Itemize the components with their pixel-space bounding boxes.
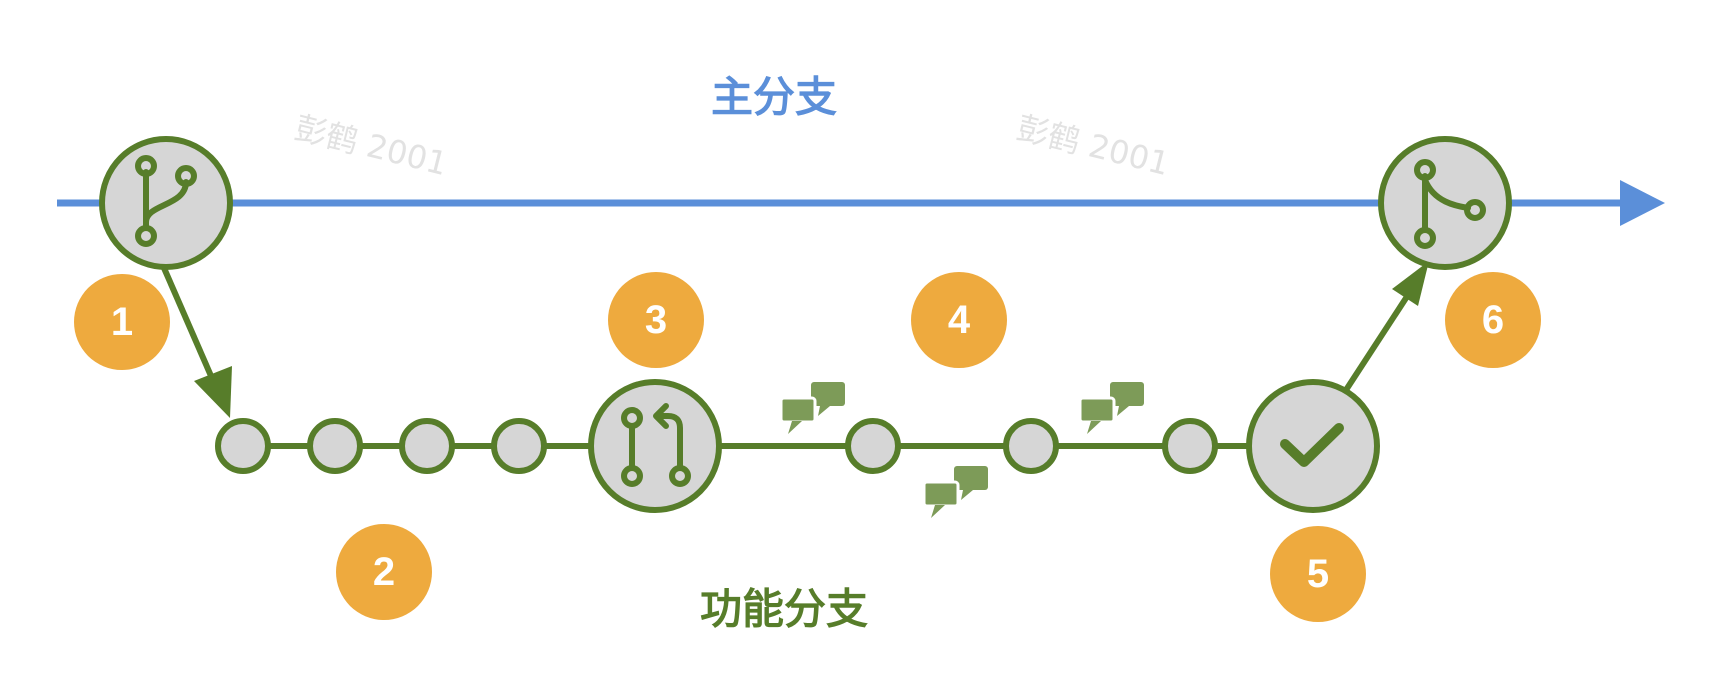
step-badge-4: 4 bbox=[911, 272, 1007, 368]
commit-node bbox=[399, 418, 455, 474]
step-badge-3: 3 bbox=[608, 272, 704, 368]
merge-back-arrow bbox=[1343, 293, 1411, 392]
comment-bubbles-icon bbox=[779, 382, 845, 434]
merge-back-arrowhead bbox=[1392, 261, 1429, 306]
comment-bubbles-icon bbox=[922, 466, 988, 518]
branch-node bbox=[99, 136, 233, 270]
pull-request-node bbox=[588, 379, 722, 513]
step-badge-6: 6 bbox=[1445, 272, 1541, 368]
comment-bubbles-icon bbox=[1078, 382, 1144, 434]
commit-node bbox=[845, 418, 901, 474]
step-badge-1: 1 bbox=[74, 274, 170, 370]
step-badge-5: 5 bbox=[1270, 526, 1366, 622]
main-branch-arrowhead bbox=[1620, 180, 1665, 226]
commit-node bbox=[215, 418, 271, 474]
merge-node bbox=[1378, 136, 1512, 270]
commit-node bbox=[1162, 418, 1218, 474]
branch-off-arrow bbox=[161, 266, 221, 394]
branch-off-arrowhead bbox=[194, 366, 232, 418]
main-branch-label: 主分支 bbox=[710, 72, 838, 122]
feature-branch-label: 功能分支 bbox=[699, 584, 869, 634]
commit-node bbox=[1003, 418, 1059, 474]
commit-node bbox=[491, 418, 547, 474]
review-node bbox=[1246, 379, 1380, 513]
step-badge-2: 2 bbox=[336, 524, 432, 620]
commit-node bbox=[307, 418, 363, 474]
